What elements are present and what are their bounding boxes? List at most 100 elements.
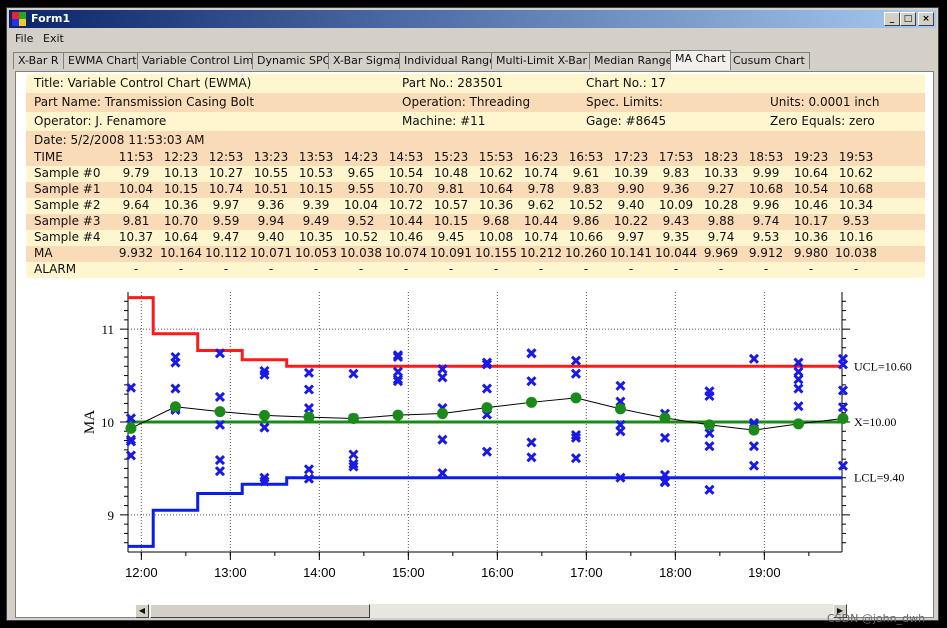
table-cell: 10.34	[838, 198, 874, 212]
table-cell: 9.35	[662, 230, 690, 244]
sample-point	[348, 368, 359, 379]
minimize-button[interactable]: _	[884, 12, 900, 26]
tab-xbar-r[interactable]: X-Bar R	[13, 52, 64, 69]
sample-point	[437, 372, 448, 383]
date: Date: 5/2/2008 11:53:03 AM	[34, 133, 205, 147]
table-cell: 9.81	[122, 214, 150, 228]
table-row: TIME 11:53 12:23 12:53 13:23 13:53 14:23 14:53 1…	[26, 150, 925, 166]
table-cell: 15:53	[478, 150, 514, 164]
sample-point	[704, 441, 715, 452]
ma-point	[303, 411, 315, 423]
lcl-line	[128, 476, 842, 548]
table-cell: 12:23	[163, 150, 199, 164]
table-row: Sample #3 9.81 10.70 9.59 9.94 9.49 9.52 10.44 1…	[26, 214, 925, 230]
tab-ma-chart[interactable]: MA Chart	[670, 50, 731, 70]
sample-point	[793, 374, 804, 385]
ma-point	[258, 409, 270, 421]
table-cell: 10.55	[253, 166, 289, 180]
table-cell: 13:23	[253, 150, 289, 164]
horizontal-scrollbar[interactable]: ◀ ▶	[135, 604, 847, 618]
table-cell: 10.62	[478, 166, 514, 180]
table-cell: 9.99	[752, 166, 780, 180]
table-cell: 9.65	[347, 166, 375, 180]
table-cell: -	[403, 262, 409, 276]
close-button[interactable]: ×	[918, 12, 934, 26]
table-cell: 10.22	[613, 214, 649, 228]
menu-bar: File Exit	[9, 30, 936, 48]
table-cell: 10.071	[250, 246, 292, 260]
sample-point	[526, 376, 537, 387]
sample-point	[570, 355, 582, 366]
scroll-left-icon[interactable]: ◀	[135, 604, 149, 618]
info-row-operator: Operator: J. Fenamore Machine: #11 Gage:…	[26, 112, 925, 131]
tab-ewma-chart[interactable]: EWMA Chart	[63, 52, 142, 69]
table-cell: 10.16	[838, 230, 874, 244]
table-cell: 9.62	[527, 198, 555, 212]
tab-median-range[interactable]: Median Range	[589, 52, 678, 69]
table-cell: 16:23	[523, 150, 559, 164]
tab-dynamic-spc[interactable]: Dynamic SPC	[252, 52, 336, 69]
table-cell: 10.35	[298, 230, 334, 244]
table-cell: 9.980	[793, 246, 829, 260]
table-cell: -	[268, 262, 274, 276]
table-cell: 10.112	[205, 246, 247, 260]
table-row: Sample #1 10.04 10.15 10.74 10.51 10.15 9.55 10…	[26, 182, 925, 198]
table-cell: 10.70	[163, 214, 199, 228]
table-cell: -	[358, 262, 364, 276]
table-cell: 10.46	[388, 230, 424, 244]
table-cell: 10.74	[208, 182, 244, 196]
x-tick-label: 18:00	[659, 565, 692, 580]
menu-exit[interactable]: Exit	[43, 32, 64, 45]
table-cell: 10.141	[610, 246, 652, 260]
tab-multi-limit-xbar-r[interactable]: Multi-Limit X-Bar R	[491, 52, 604, 69]
table-cell: 18:53	[748, 150, 784, 164]
y-tick-label: 11	[101, 322, 114, 337]
sample-point	[303, 403, 315, 414]
table-cell: 9.88	[707, 214, 735, 228]
scroll-thumb[interactable]	[150, 604, 370, 618]
tab-strip: X-Bar R EWMA Chart Variable Control Limi…	[13, 50, 934, 70]
info-row-title: Title: Variable Control Chart (EWMA) Par…	[26, 74, 925, 93]
lcl-label: LCL=9.40	[854, 471, 904, 485]
row-label: TIME	[34, 150, 63, 164]
tab-xbar-sigma[interactable]: X-Bar Sigma	[328, 52, 406, 69]
sample-point	[570, 453, 582, 464]
tab-individual-range[interactable]: Individual Range	[399, 52, 501, 69]
table-cell: 10.68	[748, 182, 784, 196]
menu-file[interactable]: File	[15, 32, 33, 45]
table-cell: 9.912	[748, 246, 784, 260]
table-cell: 17:23	[613, 150, 649, 164]
x-tick-label: 15:00	[392, 565, 425, 580]
tab-cusum-chart[interactable]: Cusum Chart	[728, 52, 810, 69]
table-cell: 10.04	[118, 182, 154, 196]
table-cell: 10.038	[835, 246, 877, 260]
ma-point	[347, 412, 359, 424]
window-title: Form1	[31, 12, 71, 25]
title-bar[interactable]: Form1 _ □ ×	[9, 10, 936, 28]
table-cell: 9.97	[617, 230, 645, 244]
maximize-button[interactable]: □	[900, 12, 916, 26]
table-cell: 10.39	[613, 166, 649, 180]
table-cell: 10.27	[208, 166, 244, 180]
table-cell: 10.44	[388, 214, 424, 228]
table-cell: 10.36	[163, 198, 199, 212]
table-row: Sample #4 10.37 10.64 9.47 9.40 10.35 10.52 10.…	[26, 230, 925, 246]
table-cell: 10.09	[658, 198, 694, 212]
row-label: ALARM	[34, 262, 77, 276]
table-cell: 10.52	[568, 198, 604, 212]
sample-point	[526, 348, 537, 359]
table-cell: 14:23	[343, 150, 379, 164]
table-cell: 10.51	[253, 182, 289, 196]
sample-point	[303, 464, 315, 475]
table-cell: 10.44	[523, 214, 559, 228]
sample-point	[481, 446, 493, 457]
table-cell: 9.53	[842, 214, 870, 228]
table-cell: 19:23	[793, 150, 829, 164]
y-tick-label: 10	[101, 415, 114, 430]
ma-point	[392, 409, 404, 421]
sample-point	[303, 367, 315, 378]
table-cell: 10.091	[430, 246, 472, 260]
table-cell: 14:53	[388, 150, 424, 164]
table-cell: 10.04	[343, 198, 379, 212]
sample-point	[481, 383, 493, 394]
